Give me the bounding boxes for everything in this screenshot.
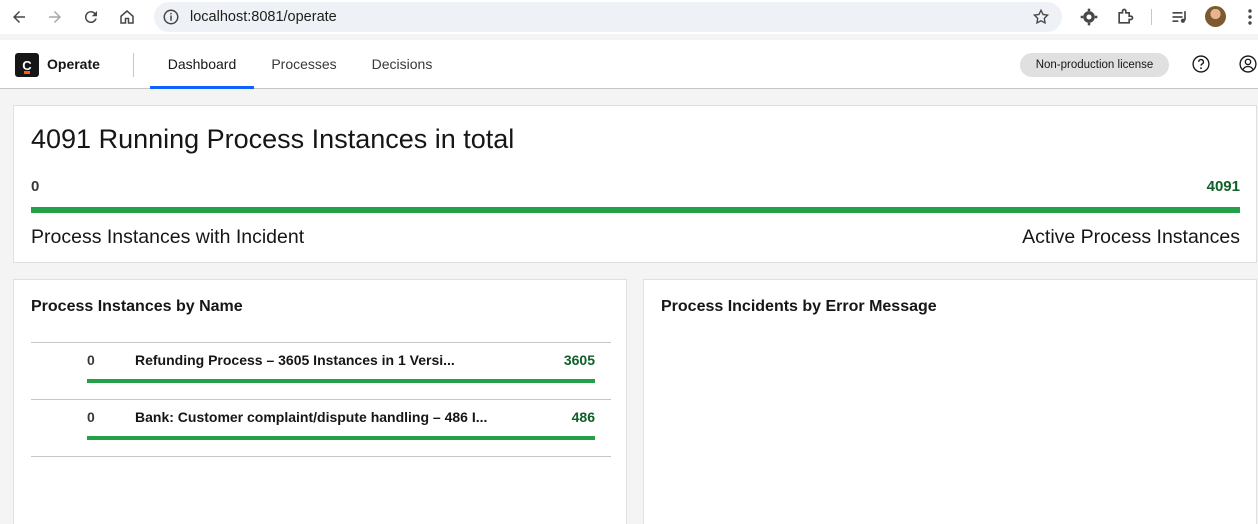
user-profile-icon[interactable] xyxy=(1238,54,1258,74)
active-label[interactable]: Active Process Instances xyxy=(1022,226,1240,249)
incident-label[interactable]: Process Instances with Incident xyxy=(31,226,304,249)
site-info-icon[interactable] xyxy=(162,8,180,26)
active-count: 486 xyxy=(571,409,595,425)
list-item[interactable]: 0 Refunding Process – 3605 Instances in … xyxy=(31,343,611,400)
brand-name[interactable]: Operate xyxy=(47,56,100,72)
panel-title: Process Incidents by Error Message xyxy=(661,298,937,315)
app-header: C Operate Dashboard Processes Decisions … xyxy=(0,40,1258,89)
tab-dashboard[interactable]: Dashboard xyxy=(150,40,254,89)
profile-avatar[interactable] xyxy=(1205,6,1226,27)
instance-bar xyxy=(87,436,595,440)
home-icon[interactable] xyxy=(115,5,139,29)
instances-progress-bar xyxy=(31,207,1240,213)
address-bar[interactable]: localhost:8081/operate xyxy=(154,2,1062,32)
active-bar-fill xyxy=(31,207,1240,213)
list-item[interactable]: 0 Bank: Customer complaint/dispute handl… xyxy=(31,400,611,457)
extension-gear-icon[interactable] xyxy=(1079,7,1099,27)
tab-processes[interactable]: Processes xyxy=(258,40,350,88)
instances-by-name-panel: Process Instances by Name 0 Refunding Pr… xyxy=(13,279,627,524)
url-text[interactable]: localhost:8081/operate xyxy=(190,9,337,25)
active-count: 3605 xyxy=(563,352,595,368)
camunda-logo[interactable]: C xyxy=(15,53,39,77)
browser-toolbar: localhost:8081/operate xyxy=(0,0,1258,34)
more-menu-icon[interactable] xyxy=(1243,8,1257,26)
process-name-link[interactable]: Refunding Process – 3605 Instances in 1 … xyxy=(135,352,455,368)
instances-list: 0 Refunding Process – 3605 Instances in … xyxy=(31,342,611,457)
incidents-by-error-panel: Process Incidents by Error Message xyxy=(643,279,1257,524)
process-name-link[interactable]: Bank: Customer complaint/dispute handlin… xyxy=(135,409,487,425)
media-queue-icon[interactable] xyxy=(1170,7,1190,27)
license-badge[interactable]: Non-production license xyxy=(1020,53,1169,77)
active-count[interactable]: 4091 xyxy=(1207,178,1240,195)
instance-bar xyxy=(87,379,595,383)
total-running-title: 4091 Running Process Instances in total xyxy=(31,124,515,154)
tab-decisions[interactable]: Decisions xyxy=(356,40,448,88)
active-bar-fill xyxy=(87,379,595,383)
forward-arrow-icon[interactable] xyxy=(43,5,67,29)
back-arrow-icon[interactable] xyxy=(7,5,31,29)
active-bar-fill xyxy=(87,436,595,440)
reload-icon[interactable] xyxy=(79,5,103,29)
incident-count[interactable]: 0 xyxy=(31,178,39,195)
running-instances-summary: 4091 Running Process Instances in total … xyxy=(13,105,1257,263)
bookmark-star-icon[interactable] xyxy=(1032,8,1050,26)
toolbar-divider xyxy=(1151,9,1152,25)
incident-count: 0 xyxy=(87,352,95,368)
incident-count: 0 xyxy=(87,409,95,425)
extensions-puzzle-icon[interactable] xyxy=(1115,7,1135,27)
help-icon[interactable] xyxy=(1191,54,1211,74)
panel-title: Process Instances by Name xyxy=(31,298,243,315)
header-separator xyxy=(133,53,134,77)
